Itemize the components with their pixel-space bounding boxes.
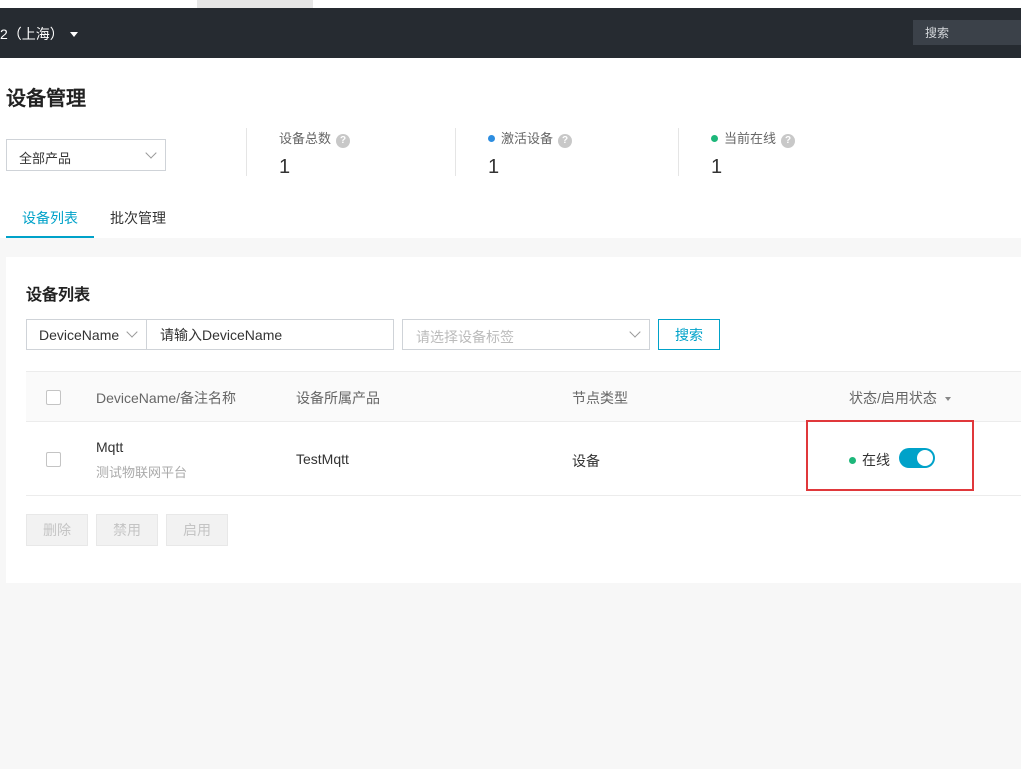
stat-label: 设备总数 [279, 131, 332, 146]
region-selector[interactable]: 2（上海） [0, 25, 78, 43]
activated-dot-icon [488, 135, 495, 142]
device-remark: 测试物联网平台 [96, 465, 188, 480]
stat-divider [455, 128, 456, 176]
device-node-type: 设备 [572, 453, 600, 469]
stat-value: 1 [711, 156, 723, 178]
chevron-down-icon [126, 326, 138, 338]
top-search-input[interactable] [913, 20, 1021, 45]
device-name-input[interactable] [146, 319, 394, 350]
device-product: TestMqtt [296, 451, 349, 467]
row-checkbox[interactable] [46, 452, 61, 467]
online-dot-icon [711, 135, 718, 142]
select-all-checkbox[interactable] [46, 390, 61, 405]
product-filter-value: 全部产品 [19, 151, 72, 166]
chevron-down-icon [145, 147, 157, 159]
highlight-box [806, 420, 974, 491]
device-tag-placeholder: 请选择设备标签 [416, 329, 514, 345]
section-title: 设备列表 [26, 287, 91, 304]
top-strip [0, 0, 1021, 8]
device-name[interactable]: Mqtt [96, 439, 123, 455]
table-header: DeviceName/备注名称 设备所属产品 节点类型 状态/启用状态 [26, 371, 1021, 422]
stat-activated-devices: 激活设备? 1 [488, 131, 573, 178]
column-header-name: DeviceName/备注名称 [96, 390, 237, 406]
delete-button[interactable]: 删除 [26, 514, 88, 546]
search-field-select[interactable]: DeviceName [26, 319, 147, 350]
caret-down-icon [69, 32, 78, 37]
stat-label: 当前在线 [724, 131, 777, 146]
region-label: 2（上海） [0, 26, 64, 42]
tab-device-list[interactable]: 设备列表 [6, 205, 94, 238]
column-header-product: 设备所属产品 [296, 390, 380, 406]
search-button[interactable]: 搜索 [658, 319, 720, 350]
stat-divider [678, 128, 679, 176]
column-header-status-label: 状态/启用状态 [849, 390, 937, 406]
stat-value: 1 [488, 156, 500, 178]
device-tag-select[interactable]: 请选择设备标签 [402, 319, 650, 350]
top-nav-bar [0, 8, 1021, 58]
column-header-node-type: 节点类型 [572, 390, 628, 406]
help-icon[interactable]: ? [336, 134, 351, 148]
page-title: 设备管理 [6, 88, 86, 110]
help-icon[interactable]: ? [558, 134, 573, 148]
top-strip-tab[interactable] [197, 0, 313, 8]
product-filter-select[interactable]: 全部产品 [6, 139, 166, 171]
tab-batch-management[interactable]: 批次管理 [110, 205, 166, 238]
help-icon[interactable]: ? [781, 134, 796, 148]
chevron-down-icon [629, 326, 641, 338]
enable-button[interactable]: 启用 [166, 514, 228, 546]
search-field-value: DeviceName [39, 327, 120, 343]
stat-divider [246, 128, 247, 176]
column-header-status[interactable]: 状态/启用状态 [849, 388, 951, 408]
stat-value: 1 [279, 156, 291, 178]
stat-total-devices: 设备总数? 1 [279, 131, 351, 178]
sort-caret-icon [944, 397, 951, 401]
stat-label: 激活设备 [501, 131, 554, 146]
top-search-box[interactable] [913, 20, 1021, 45]
disable-button[interactable]: 禁用 [96, 514, 158, 546]
stat-online-devices: 当前在线? 1 [711, 131, 796, 178]
